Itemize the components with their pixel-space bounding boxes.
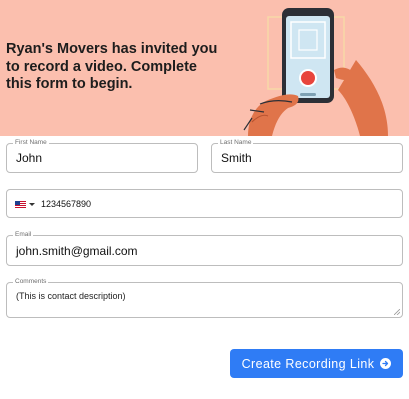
last-name-field[interactable]: Last Name Smith [211,138,403,173]
create-recording-link-button[interactable]: Create Recording Link [230,349,403,378]
invite-banner: Ryan's Movers has invited you to record … [0,0,409,136]
phone-field[interactable]: 1234567890 [6,189,403,218]
us-flag-icon[interactable] [15,201,26,208]
banner-heading: Ryan's Movers has invited you to record … [6,41,218,92]
last-name-input[interactable]: Smith [221,144,252,172]
first-name-field[interactable]: First Name John [6,138,198,173]
country-dropdown-chevron-icon[interactable] [29,203,35,206]
phone-recording-illustration [243,8,388,136]
resize-handle-icon[interactable] [394,309,400,315]
comments-label: Comments [13,277,49,286]
email-field[interactable]: Email john.smith@gmail.com [6,230,403,266]
phone-input[interactable]: 1234567890 [41,190,91,217]
first-name-input[interactable]: John [16,144,42,172]
comments-field[interactable]: Comments (This is contact description) [6,277,403,318]
arrow-right-circle-icon [380,358,392,369]
create-recording-link-label: Create Recording Link [241,356,375,371]
comments-textarea[interactable]: (This is contact description) [16,291,126,317]
email-input[interactable]: john.smith@gmail.com [16,236,138,265]
